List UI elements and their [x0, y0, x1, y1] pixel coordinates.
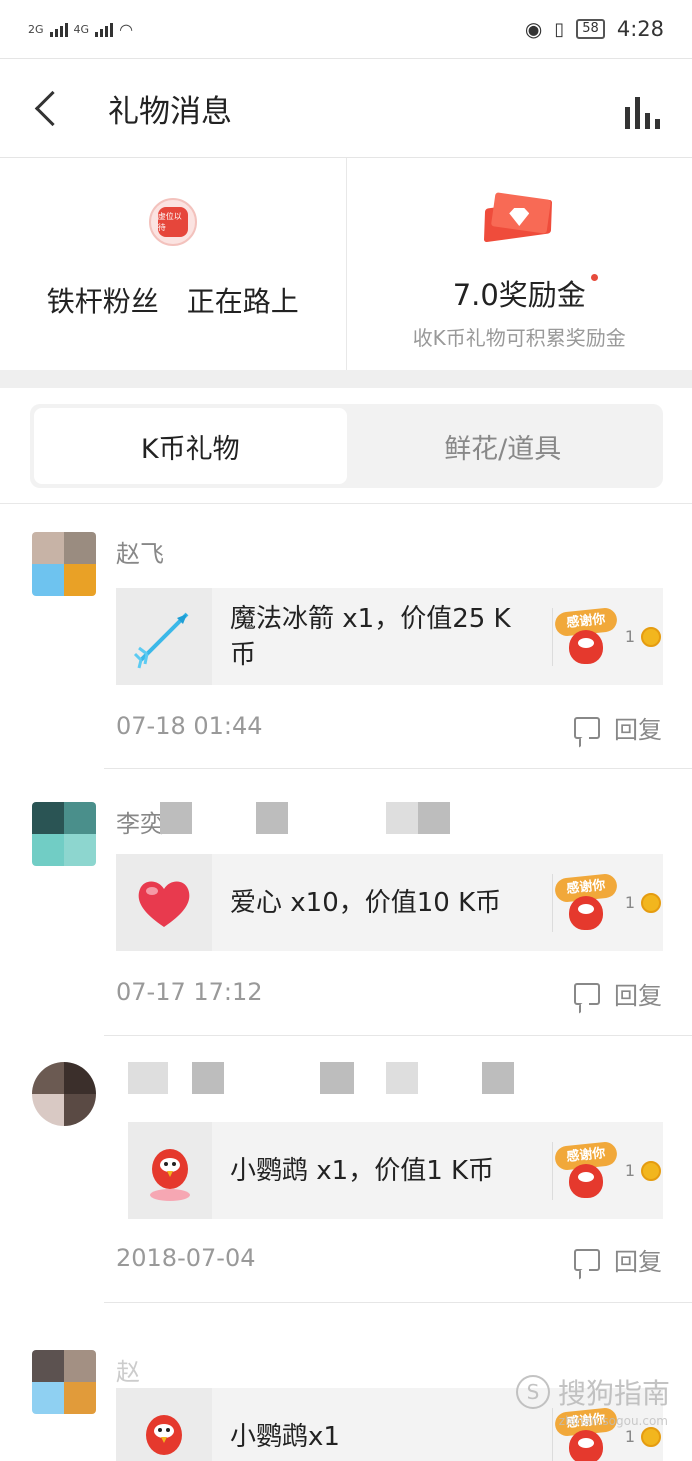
reward-description: 收K币礼物可积累奖励金 [412, 326, 626, 350]
network-4g-label: 4G [73, 22, 90, 36]
redacted-text [386, 802, 418, 834]
reply-label: 回复 [614, 982, 662, 1010]
avatar[interactable] [32, 802, 96, 866]
message-time: 07-18 01:44 [116, 712, 263, 740]
comment-icon [574, 1248, 600, 1271]
redacted-text [482, 1062, 514, 1094]
divider [104, 1035, 692, 1036]
coin-count: 1 [624, 1427, 636, 1446]
thanks-parrot-icon: 感谢你 [553, 606, 618, 668]
coin-icon [641, 1426, 662, 1447]
reply-button[interactable]: 回复 [574, 1242, 662, 1277]
gift-card[interactable]: 爱心 x10，价值10 K币 感谢你 1 [116, 854, 663, 951]
redacted-text [320, 1062, 354, 1094]
reply-button[interactable]: 回复 [574, 710, 662, 745]
avatar[interactable] [32, 1062, 96, 1126]
message-item: 李奕 爱心 x10，价值10 K币 感谢你 1 07-17 17:12 回复 [0, 802, 692, 1042]
watermark-text: 搜狗指南 [557, 1377, 670, 1410]
gift-type-tabs: K币礼物 鲜花/道具 [30, 404, 663, 488]
redacted-text [418, 802, 450, 834]
parrot-icon [146, 1414, 182, 1455]
sender-name[interactable]: 赵飞 [116, 534, 164, 569]
message-item: 赵飞 魔法冰箭 x1，价值25 K币 感谢你 1 07-18 01:44 回复 [0, 532, 692, 772]
reply-label: 回复 [614, 716, 662, 744]
reply-label: 回复 [614, 1248, 662, 1276]
ice-arrow-icon [133, 612, 189, 668]
thanks-parrot-icon: 感谢你 [553, 1140, 618, 1202]
thanks-sticker-button[interactable]: 感谢你 1 [553, 606, 663, 668]
thanks-parrot-icon: 感谢你 [553, 872, 618, 934]
gift-thumbnail [128, 1122, 212, 1219]
gift-card[interactable]: 魔法冰箭 x1，价值25 K币 感谢你 1 [116, 588, 663, 685]
network-2g-label: 2G [28, 22, 44, 36]
redacted-text [160, 802, 192, 834]
battery-icon: 58 [576, 19, 605, 39]
reward-status[interactable]: 7.0奖励金 收K币礼物可积累奖励金 [345, 158, 692, 370]
fan-status[interactable]: 虚位以待 铁杆粉丝 正在路上 [0, 158, 346, 370]
redacted-text [386, 1062, 418, 1094]
bar-chart-icon[interactable] [625, 97, 660, 129]
gift-thumbnail [116, 854, 212, 951]
divider [104, 768, 692, 769]
status-left: 2G 4G ◠ [28, 20, 133, 39]
gift-card[interactable]: 小鹦鹉 x1，价值1 K币 感谢你 1 [128, 1122, 663, 1219]
clock: 4:28 [616, 17, 664, 41]
redacted-text [192, 1062, 224, 1094]
reward-amount: 7.0奖励金 [453, 272, 598, 314]
avatar[interactable] [32, 1350, 96, 1414]
sogou-logo-icon: S [515, 1375, 550, 1409]
gift-description: 爱心 x10，价值10 K币 [230, 887, 502, 918]
watermark-url: zhinan.sogou.com [558, 1414, 668, 1428]
message-time: 07-17 17:12 [116, 978, 263, 1006]
wifi-icon: ◠ [119, 19, 134, 39]
coin-count: 1 [624, 1161, 636, 1180]
fan-status-text: 铁杆粉丝 正在路上 [46, 285, 299, 318]
coin-icon [641, 1160, 662, 1181]
back-arrow-icon[interactable] [30, 88, 70, 128]
coin-count: 1 [624, 627, 636, 646]
avatar[interactable] [32, 532, 96, 596]
reply-button[interactable]: 回复 [574, 976, 662, 1011]
gift-description: 小鹦鹉 x1，价值1 K币 [230, 1155, 495, 1186]
coin-count: 1 [624, 893, 636, 912]
coin-icon [641, 892, 662, 913]
heart-icon [138, 881, 190, 927]
sender-name[interactable]: 李奕 [116, 804, 164, 839]
header: 礼物消息 [0, 58, 692, 158]
tab-k-coin-gifts[interactable]: K币礼物 [34, 408, 347, 484]
gift-description: 小鹦鹉x1 [230, 1421, 340, 1452]
divider [104, 1302, 692, 1303]
gift-thumbnail [116, 1388, 212, 1461]
parrot-icon [150, 1148, 190, 1201]
sender-name[interactable]: 赵 [116, 1352, 140, 1387]
section-separator [0, 370, 692, 388]
eye-icon: ◉ [524, 17, 543, 41]
signal-icon [49, 21, 68, 37]
comment-icon [574, 716, 600, 739]
gift-description: 魔法冰箭 x1，价值25 K币 [230, 603, 511, 670]
vibrate-icon: ▯ [554, 18, 565, 40]
page-title: 礼物消息 [108, 93, 232, 130]
redacted-text [128, 1062, 168, 1094]
status-bar: 2G 4G ◠ ◉ ▯ 58 4:28 [0, 0, 692, 58]
thanks-sticker-button[interactable]: 感谢你 1 [553, 1140, 663, 1202]
comment-icon [574, 982, 600, 1005]
fan-badge-icon: 虚位以待 [148, 198, 197, 246]
coin-icon [641, 626, 662, 647]
thanks-sticker-button[interactable]: 感谢你 1 [553, 872, 663, 934]
message-time: 2018-07-04 [116, 1244, 256, 1272]
message-item: 小鹦鹉 x1，价值1 K币 感谢你 1 2018-07-04 回复 [0, 1062, 692, 1302]
status-right: ◉ ▯ 58 4:28 [525, 17, 664, 41]
redacted-text [256, 802, 288, 834]
summary-panel: 虚位以待 铁杆粉丝 正在路上 7.0奖励金 收K币礼物可积累奖励金 [0, 158, 692, 370]
divider [0, 503, 692, 504]
signal-icon [95, 21, 114, 37]
ticket-icon [479, 190, 559, 252]
gift-thumbnail [116, 588, 212, 685]
tab-flowers-props[interactable]: 鲜花/道具 [347, 408, 660, 484]
notification-dot [590, 274, 598, 281]
watermark: S 搜狗指南 [515, 1372, 670, 1412]
